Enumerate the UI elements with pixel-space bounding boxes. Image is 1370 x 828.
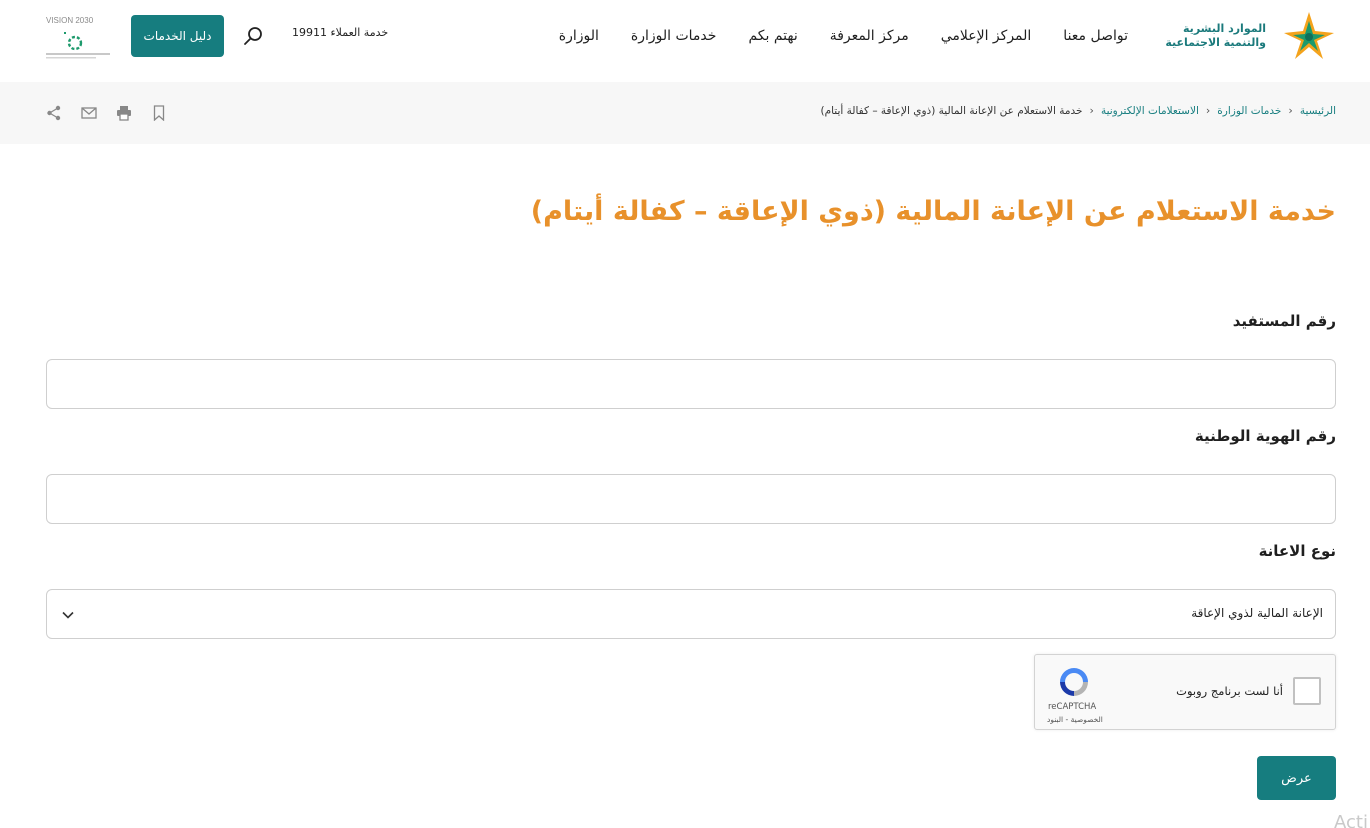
nav-ministry[interactable]: الوزارة (543, 24, 615, 48)
vision-2030-logo[interactable]: VISION 2030 (44, 12, 112, 60)
national-id-label: رقم الهوية الوطنية (1194, 427, 1336, 445)
chevron-left-icon: ‹ (1089, 104, 1094, 117)
recaptcha-privacy-terms[interactable]: الخصوصية - البنود (1047, 715, 1103, 724)
recaptcha-checkbox[interactable] (1293, 677, 1321, 705)
bookmark-button[interactable] (149, 103, 169, 123)
activation-watermark: Acti (1334, 812, 1368, 828)
recaptcha-label: أنا لست برنامج روبوت (1176, 684, 1283, 698)
breadcrumb-e-inquiries[interactable]: الاستعلامات الإلكترونية (1101, 105, 1199, 117)
ministry-logo[interactable]: الموارد البشرية والتنمية الاجتماعية (1165, 10, 1336, 64)
recaptcha-widget: أنا لست برنامج روبوت reCAPTCHA الخصوصية … (1034, 654, 1336, 730)
ministry-star-icon (1284, 12, 1334, 59)
share-button[interactable] (44, 103, 64, 123)
page-tools (44, 103, 169, 123)
nav-contact-us[interactable]: تواصل معنا (1047, 24, 1144, 48)
national-id-input[interactable] (46, 474, 1336, 524)
nav-knowledge-center[interactable]: مركز المعرفة (814, 24, 925, 48)
recaptcha-brand: reCAPTCHA (1048, 702, 1097, 712)
breadcrumb-current: خدمة الاستعلام عن الإعانة المالية (ذوي ا… (820, 104, 1083, 117)
breadcrumb-bar: الرئيسية ‹ خدمات الوزارة ‹ الاستعلامات ا… (0, 82, 1370, 144)
ministry-name-line1: الموارد البشرية (1183, 22, 1266, 35)
aid-type-select[interactable]: الإعانة المالية لذوي الإعاقة (46, 589, 1336, 639)
breadcrumb-home[interactable]: الرئيسية (1300, 105, 1336, 117)
print-button[interactable] (114, 103, 134, 123)
beneficiary-number-label: رقم المستفيد (1232, 312, 1336, 330)
submit-button[interactable]: عرض (1257, 756, 1336, 800)
chevron-left-icon: ‹ (1288, 104, 1293, 117)
aid-type-selected-value: الإعانة المالية لذوي الإعاقة (1191, 606, 1323, 620)
nav-ministry-services[interactable]: خدمات الوزارة (615, 24, 733, 48)
breadcrumb: الرئيسية ‹ خدمات الوزارة ‹ الاستعلامات ا… (821, 104, 1337, 117)
nav-media-center[interactable]: المركز الإعلامي (925, 24, 1048, 48)
ministry-name: الموارد البشرية والتنمية الاجتماعية (1156, 22, 1266, 50)
recaptcha-icon (1060, 668, 1088, 696)
page-title: خدمة الاستعلام عن الإعانة المالية (ذوي ا… (530, 196, 1336, 227)
share-icon (47, 105, 61, 121)
nav-we-care[interactable]: نهتم بكم (732, 24, 813, 48)
beneficiary-number-input[interactable] (46, 359, 1336, 409)
vision-logo-text: VISION 2030 (46, 16, 94, 25)
mail-icon (81, 107, 97, 119)
print-icon (117, 106, 131, 121)
customer-service-hotline[interactable]: خدمة العملاء 19911 (292, 26, 388, 39)
site-header: الموارد البشرية والتنمية الاجتماعية الوز… (0, 0, 1370, 80)
ministry-name-line2: والتنمية الاجتماعية (1165, 36, 1266, 49)
aid-type-label: نوع الاعانة (1258, 542, 1336, 560)
bookmark-icon (153, 105, 165, 121)
chevron-down-icon (62, 611, 74, 619)
chevron-left-icon: ‹ (1205, 104, 1211, 117)
services-guide-button[interactable]: دليل الخدمات (131, 15, 224, 57)
email-button[interactable] (79, 103, 99, 123)
main-nav: الوزارة خدمات الوزارة نهتم بكم مركز المع… (543, 24, 1144, 48)
breadcrumb-ministry-services[interactable]: خدمات الوزارة (1217, 105, 1281, 117)
search-icon[interactable] (242, 24, 266, 48)
